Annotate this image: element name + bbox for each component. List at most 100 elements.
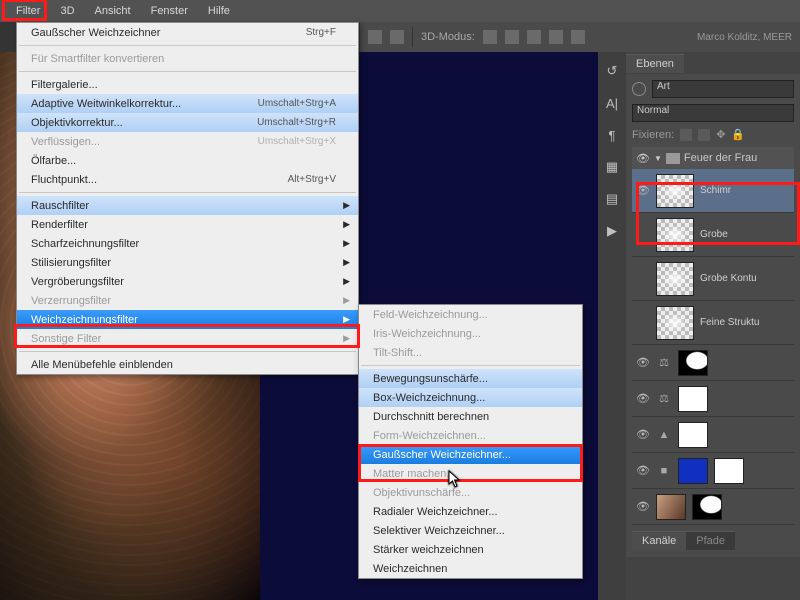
filter-menu-item[interactable]: Weichzeichnungsfilter▶	[17, 310, 358, 329]
collapsed-panels-dock: ↺ A| ¶ ▦ ▤ ▶	[598, 52, 626, 600]
paths-tab[interactable]: Pfade	[686, 531, 735, 550]
submenu-item[interactable]: Stärker weichzeichnen	[359, 540, 582, 559]
3d-roll-icon[interactable]	[505, 30, 519, 44]
tool-icon[interactable]	[368, 30, 382, 44]
layer-name: Feine Struktu	[700, 317, 759, 328]
3d-rotate-icon[interactable]	[483, 30, 497, 44]
layer-row[interactable]: Feine Struktu	[632, 301, 794, 345]
3d-pan-icon[interactable]	[527, 30, 541, 44]
layer-name: Grobe	[700, 229, 728, 240]
play-panel-icon[interactable]: ▶	[603, 222, 621, 240]
panel-icon[interactable]: ▤	[603, 190, 621, 208]
layer-mask-thumbnail[interactable]	[714, 458, 744, 484]
paragraph-panel-icon[interactable]: ¶	[603, 126, 621, 144]
adjustment-layer-row[interactable]: 👁■	[632, 453, 794, 489]
submenu-item: Tilt-Shift...	[359, 343, 582, 362]
filter-menu-dropdown: Gaußscher WeichzeichnerStrg+F Für Smartfi…	[16, 22, 359, 375]
visibility-eye-icon[interactable]: 👁	[636, 152, 650, 165]
submenu-item: Objektivunschärfe...	[359, 483, 582, 502]
submenu-item[interactable]: Bewegungsunschärfe...	[359, 369, 582, 388]
filter-menu-item[interactable]: Gaußscher WeichzeichnerStrg+F	[17, 23, 358, 42]
filter-menu-item: Verzerrungsfilter▶	[17, 291, 358, 310]
folder-icon	[666, 153, 680, 164]
filter-menu-item[interactable]: Rauschfilter▶	[17, 196, 358, 215]
lock-transparency-icon[interactable]	[680, 129, 692, 141]
lock-position-icon[interactable]: ✥	[716, 128, 725, 141]
adjustment-icon: ⚖	[656, 356, 672, 370]
filter-menu-item[interactable]: Fluchtpunkt...Alt+Strg+V	[17, 170, 358, 189]
submenu-item[interactable]: Box-Weichzeichnung...	[359, 388, 582, 407]
filter-menu-item[interactable]: Ölfarbe...	[17, 151, 358, 170]
blend-mode-dropdown[interactable]: Normal	[632, 104, 794, 122]
menu-window[interactable]: Fenster	[141, 2, 198, 20]
filter-menu-item[interactable]: Renderfilter▶	[17, 215, 358, 234]
submenu-item[interactable]: Weichzeichnen	[359, 559, 582, 578]
weichzeichnungsfilter-submenu: Feld-Weichzeichnung...Iris-Weichzeichnun…	[358, 304, 583, 579]
channels-tab[interactable]: Kanäle	[632, 531, 686, 550]
layer-name: Grobe Kontu	[700, 273, 757, 284]
menu-help[interactable]: Hilfe	[198, 2, 240, 20]
submenu-item[interactable]: Radialer Weichzeichner...	[359, 502, 582, 521]
lock-pixels-icon[interactable]	[698, 129, 710, 141]
submenu-item: Feld-Weichzeichnung...	[359, 305, 582, 324]
adjustment-icon: ⚖	[656, 392, 672, 406]
filter-menu-item: Sonstige Filter▶	[17, 329, 358, 348]
visibility-eye-icon[interactable]: 👁	[636, 184, 650, 197]
filter-menu-item[interactable]: Scharfzeichnungsfilter▶	[17, 234, 358, 253]
filter-menu-item[interactable]: Filtergalerie...	[17, 75, 358, 94]
group-name: Feuer der Frau	[684, 152, 757, 164]
tool-icon[interactable]	[390, 30, 404, 44]
filter-menu-item: Verflüssigen...Umschalt+Strg+X	[17, 132, 358, 151]
adjustment-layer-row[interactable]: 👁	[632, 489, 794, 525]
lock-all-icon[interactable]: 🔒	[731, 128, 745, 141]
menu-view[interactable]: Ansicht	[85, 2, 141, 20]
submenu-item[interactable]: Durchschnitt berechnen	[359, 407, 582, 426]
submenu-item[interactable]: Selektiver Weichzeichner...	[359, 521, 582, 540]
layer-group[interactable]: 👁▼Feuer der Frau	[632, 147, 794, 169]
layer-row[interactable]: Grobe Kontu	[632, 257, 794, 301]
filter-menu-item[interactable]: Objektivkorrektur...Umschalt+Strg+R	[17, 113, 358, 132]
layer-mask-thumbnail[interactable]	[692, 494, 722, 520]
layer-filter-kind-dropdown[interactable]: Art	[652, 80, 794, 98]
swatches-panel-icon[interactable]: ▦	[603, 158, 621, 176]
3d-scale-icon[interactable]	[571, 30, 585, 44]
layer-thumbnail[interactable]	[656, 306, 694, 340]
layer-thumbnail[interactable]	[656, 218, 694, 252]
right-panels: Ebenen Art Normal Fixieren: ✥ 🔒 👁▼Feuer …	[626, 52, 800, 600]
layer-mask-thumbnail[interactable]	[678, 386, 708, 412]
layer-filter-search-icon[interactable]	[632, 82, 646, 96]
submenu-item[interactable]: Gaußscher Weichzeichner...	[359, 445, 582, 464]
adjustment-layer-row[interactable]: 👁⚖	[632, 381, 794, 417]
panel-tabs: Ebenen	[626, 52, 800, 74]
layer-mask-thumbnail[interactable]	[678, 350, 708, 376]
filter-menu-item[interactable]: Vergröberungsfilter▶	[17, 272, 358, 291]
filter-menu-item[interactable]: Stilisierungsfilter▶	[17, 253, 358, 272]
document-title: Marco Kolditz, MEER	[697, 32, 792, 43]
submenu-item: Form-Weichzeichnen...	[359, 426, 582, 445]
layers-panel-tab[interactable]: Ebenen	[626, 54, 684, 73]
layer-mask-thumbnail[interactable]	[678, 422, 708, 448]
filter-menu-item[interactable]: Alle Menübefehle einblenden	[17, 355, 358, 374]
adjustment-icon: ■	[656, 464, 672, 478]
adjustment-layer-row[interactable]: 👁▲	[632, 417, 794, 453]
menu-3d[interactable]: 3D	[50, 2, 84, 20]
submenu-item: Iris-Weichzeichnung...	[359, 324, 582, 343]
submenu-item: Matter machen...	[359, 464, 582, 483]
adjustment-icon: ▲	[656, 428, 672, 442]
adjustment-layer-row[interactable]: 👁⚖	[632, 345, 794, 381]
lock-row: Fixieren: ✥ 🔒	[632, 128, 794, 141]
layer-row[interactable]: Grobe	[632, 213, 794, 257]
layer-name: Schimr	[700, 185, 731, 196]
layer-thumbnail[interactable]	[656, 174, 694, 208]
3d-mode-label: 3D-Modus:	[421, 31, 475, 43]
menu-filter[interactable]: Filter	[6, 2, 50, 20]
filter-menu-item: Für Smartfilter konvertieren	[17, 49, 358, 68]
history-panel-icon[interactable]: ↺	[603, 62, 621, 80]
layer-row[interactable]: 👁 Schimr	[632, 169, 794, 213]
3d-slide-icon[interactable]	[549, 30, 563, 44]
lock-label: Fixieren:	[632, 129, 674, 141]
filter-menu-item[interactable]: Adaptive Weitwinkelkorrektur...Umschalt+…	[17, 94, 358, 113]
character-panel-icon[interactable]: A|	[603, 94, 621, 112]
options-bar: 3D-Modus: Marco Kolditz, MEER	[360, 22, 800, 52]
layer-thumbnail[interactable]	[656, 262, 694, 296]
